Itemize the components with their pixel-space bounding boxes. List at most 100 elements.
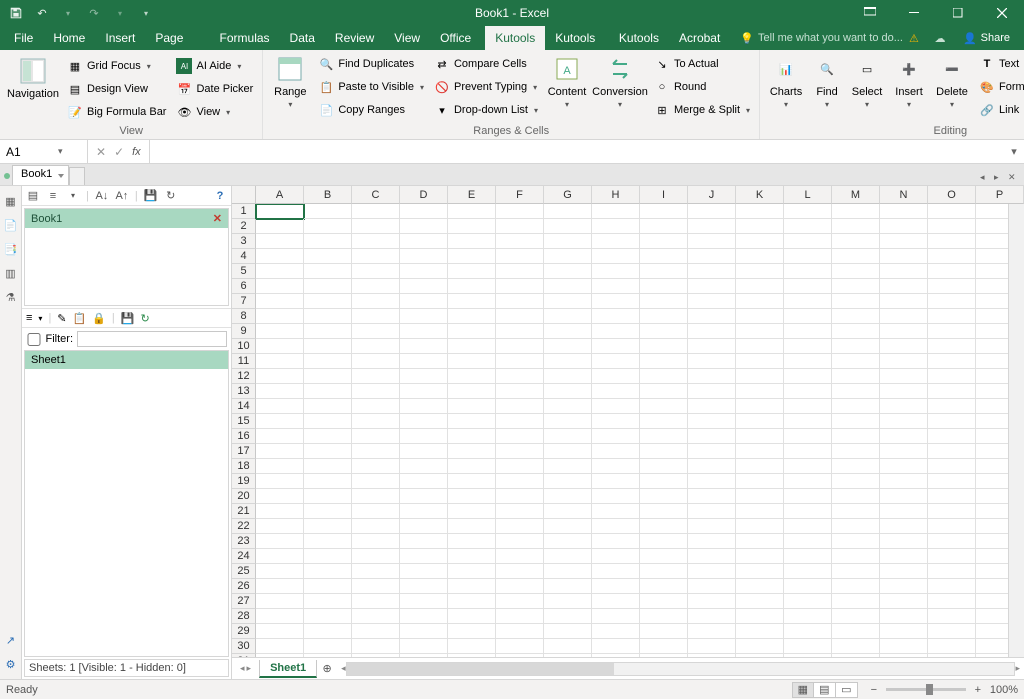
cell[interactable] [304,594,352,609]
cell[interactable] [400,234,448,249]
row-header[interactable]: 4 [232,249,256,264]
cell[interactable] [592,534,640,549]
cell[interactable] [448,609,496,624]
cell[interactable] [832,204,880,219]
cell[interactable] [400,384,448,399]
cell[interactable] [448,534,496,549]
cell[interactable] [640,504,688,519]
cell[interactable] [448,204,496,219]
cell[interactable] [544,519,592,534]
cell[interactable] [352,609,400,624]
rail-settings-icon[interactable]: ⚙ [2,655,20,673]
name-box[interactable]: ▾ [0,140,88,163]
cell[interactable] [256,459,304,474]
cell[interactable] [304,504,352,519]
cell[interactable] [784,429,832,444]
find-button[interactable]: 🔍Find▾ [809,53,845,110]
cell[interactable] [400,594,448,609]
cell[interactable] [256,639,304,654]
cell[interactable] [880,579,928,594]
close-icon[interactable] [980,0,1024,26]
cell[interactable] [448,294,496,309]
cell[interactable] [544,639,592,654]
cell[interactable] [544,219,592,234]
cell[interactable] [736,354,784,369]
maximize-icon[interactable] [936,0,980,26]
rail-expand-icon[interactable]: ↗ [2,631,20,649]
cell[interactable] [352,384,400,399]
cell[interactable] [352,204,400,219]
cell[interactable] [352,474,400,489]
cell[interactable] [304,204,352,219]
cell[interactable] [640,444,688,459]
cell[interactable] [544,279,592,294]
cell[interactable] [448,654,496,657]
cell[interactable] [256,354,304,369]
cell[interactable] [448,579,496,594]
cell[interactable] [304,414,352,429]
row-header[interactable]: 5 [232,264,256,279]
cell[interactable] [496,519,544,534]
cell[interactable] [544,534,592,549]
cell[interactable] [304,279,352,294]
column-header[interactable]: O [928,186,976,204]
tab-file[interactable]: File [4,26,43,50]
cell[interactable] [256,294,304,309]
workbook-tab[interactable]: Book1 [12,165,69,185]
page-layout-view-icon[interactable]: ▤ [814,682,836,698]
cell[interactable] [448,639,496,654]
cell[interactable] [304,654,352,657]
cell[interactable] [640,549,688,564]
cell[interactable] [400,399,448,414]
text-button[interactable]: TText▾ [975,53,1024,75]
cell[interactable] [304,549,352,564]
workbook-tab-close-icon[interactable]: ✕ [1008,172,1020,183]
select-button[interactable]: ▭Select▾ [847,53,887,110]
cell[interactable] [640,339,688,354]
cell[interactable] [736,369,784,384]
cell[interactable] [352,249,400,264]
cell[interactable] [880,504,928,519]
cancel-fx-icon[interactable]: ✕ [96,145,106,159]
cell[interactable] [448,354,496,369]
cell[interactable] [352,354,400,369]
tab-page-layout[interactable]: Page Layout [145,26,209,50]
sheet-nav-first-icon[interactable]: ◂ [240,663,245,674]
cell[interactable] [400,474,448,489]
cell[interactable] [688,564,736,579]
hs-thumb[interactable] [347,663,614,675]
cell[interactable] [592,579,640,594]
cell[interactable] [256,234,304,249]
cell[interactable] [496,654,544,657]
cell[interactable] [736,579,784,594]
delete-button[interactable]: ➖Delete▾ [931,53,973,110]
cell[interactable] [928,564,976,579]
cell[interactable] [592,249,640,264]
cell[interactable] [736,624,784,639]
cell[interactable] [256,549,304,564]
tab-kutools[interactable]: Kutools ™ [485,26,545,50]
vertical-scrollbar[interactable] [1008,204,1024,657]
cell[interactable] [832,594,880,609]
cell[interactable] [352,369,400,384]
cell[interactable] [496,549,544,564]
row-header[interactable]: 24 [232,549,256,564]
cell[interactable] [880,204,928,219]
cell[interactable] [832,234,880,249]
tab-acrobat[interactable]: Acrobat [669,26,730,50]
cell[interactable] [304,639,352,654]
cell[interactable] [880,519,928,534]
cell[interactable] [496,414,544,429]
cell[interactable] [928,234,976,249]
cell[interactable] [496,489,544,504]
cell[interactable] [448,309,496,324]
cell[interactable] [352,504,400,519]
cell[interactable] [400,459,448,474]
cell[interactable] [640,609,688,624]
cell[interactable] [352,294,400,309]
merge-split-button[interactable]: ⊞Merge & Split▾ [650,99,754,121]
cell[interactable] [256,384,304,399]
cell[interactable] [448,549,496,564]
cell[interactable] [832,534,880,549]
cell[interactable] [544,594,592,609]
